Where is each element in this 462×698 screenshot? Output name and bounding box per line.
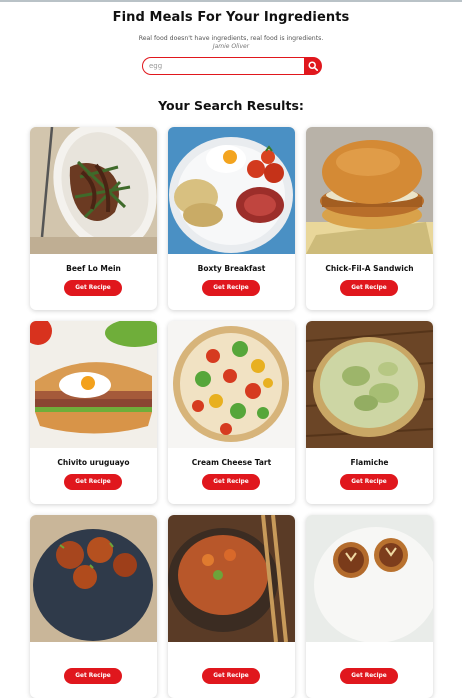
meal-card: Get Recipe [30, 515, 157, 698]
page-title: Find Meals For Your Ingredients [112, 10, 350, 25]
meal-card: Chick-Fil-A Sandwich Get Recipe [306, 127, 433, 310]
get-recipe-button[interactable]: Get Recipe [202, 474, 260, 490]
hero-section: Find Meals For Your Ingredients Real foo… [0, 2, 462, 50]
meal-image [168, 127, 295, 254]
get-recipe-button[interactable]: Get Recipe [64, 280, 122, 296]
meal-image [306, 515, 433, 642]
meal-name: Flamiche [350, 458, 389, 467]
search-icon [308, 61, 318, 71]
meal-name: Chick-Fil-A Sandwich [325, 264, 414, 273]
meal-image [306, 127, 433, 254]
quote-author: Jamie Oliver [212, 43, 250, 50]
search-button[interactable] [304, 57, 322, 75]
meal-name: Cream Cheese Tart [191, 458, 272, 467]
meal-card: Get Recipe [306, 515, 433, 698]
meal-name: Chivito uruguayo [57, 458, 130, 467]
get-recipe-button[interactable]: Get Recipe [340, 474, 398, 490]
results-title: Your Search Results: [158, 98, 304, 113]
get-recipe-button[interactable]: Get Recipe [202, 280, 260, 296]
meal-card: Cream Cheese Tart Get Recipe [168, 321, 295, 504]
meal-card: Get Recipe [168, 515, 295, 698]
search-input[interactable] [142, 57, 304, 75]
quote-text: Real food doesn't have ingredients, real… [138, 35, 324, 42]
results-grid: Beef Lo Mein Get Recipe Boxty Breakfast … [30, 127, 434, 698]
get-recipe-button[interactable]: Get Recipe [64, 474, 122, 490]
meal-image [306, 321, 433, 448]
meal-card: Flamiche Get Recipe [306, 321, 433, 504]
search-bar [142, 57, 322, 77]
meal-card: Boxty Breakfast Get Recipe [168, 127, 295, 310]
meal-image [30, 515, 157, 642]
meal-name: Beef Lo Mein [66, 264, 121, 273]
meal-image [168, 321, 295, 448]
get-recipe-button[interactable]: Get Recipe [340, 280, 398, 296]
meal-image [168, 515, 295, 642]
meal-card: Beef Lo Mein Get Recipe [30, 127, 157, 310]
meal-image [30, 321, 157, 448]
get-recipe-button[interactable]: Get Recipe [340, 668, 398, 684]
meal-card: Chivito uruguayo Get Recipe [30, 321, 157, 504]
get-recipe-button[interactable]: Get Recipe [64, 668, 122, 684]
meal-name: Boxty Breakfast [197, 264, 266, 273]
meal-image [30, 127, 157, 254]
get-recipe-button[interactable]: Get Recipe [202, 668, 260, 684]
